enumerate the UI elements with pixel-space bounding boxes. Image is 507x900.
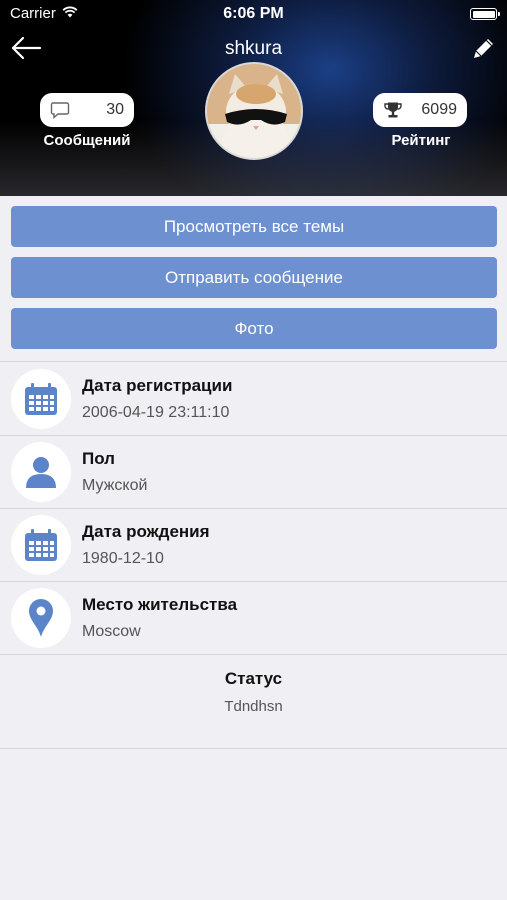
info-title: Пол — [82, 449, 115, 468]
status-bar: Carrier 6:06 PM — [0, 0, 507, 28]
profile-header: Carrier 6:06 PM shkura 30 Сообщений 6099… — [0, 0, 507, 196]
info-icon-circle — [11, 369, 71, 429]
photo-button[interactable]: Фото — [11, 308, 497, 349]
info-value: Moscow — [82, 623, 141, 640]
divider — [0, 654, 507, 655]
battery-icon — [470, 8, 500, 20]
send-message-button[interactable]: Отправить сообщение — [11, 257, 497, 298]
avatar — [205, 62, 303, 160]
trophy-icon — [384, 102, 402, 118]
view-all-topics-button[interactable]: Просмотреть все темы — [11, 206, 497, 247]
info-value: Мужской — [82, 477, 148, 494]
divider — [0, 748, 507, 749]
info-title: Дата регистрации — [82, 376, 233, 395]
messages-count: 30 — [106, 101, 124, 118]
messages-label: Сообщений — [43, 132, 131, 149]
person-icon — [26, 457, 56, 488]
info-value: 2006-04-19 23:11:10 — [82, 404, 230, 421]
info-value: 1980-12-10 — [82, 550, 164, 567]
calendar-icon — [25, 383, 57, 415]
status-title: Статус — [224, 669, 283, 688]
rating-stat[interactable]: 6099 — [373, 93, 467, 127]
info-row-birthday: Дата рождения 1980-12-10 — [0, 508, 507, 581]
calendar-icon — [25, 529, 57, 561]
rating-value: 6099 — [421, 101, 457, 118]
info-icon-circle — [11, 442, 71, 502]
info-row-registration: Дата регистрации 2006-04-19 23:11:10 — [0, 362, 507, 435]
profile-actions: Просмотреть все темы Отправить сообщение… — [0, 196, 507, 361]
info-icon-circle — [11, 588, 71, 648]
messages-stat[interactable]: 30 — [40, 93, 134, 127]
info-row-gender: Пол Мужской — [0, 435, 507, 508]
avatar-image — [207, 64, 301, 158]
info-title: Дата рождения — [82, 522, 210, 541]
location-pin-icon — [29, 599, 53, 637]
status-value: Tdndhsn — [224, 698, 283, 715]
clock: 6:06 PM — [223, 5, 284, 22]
rating-label: Рейтинг — [391, 132, 451, 149]
info-row-location: Место жительства Moscow — [0, 581, 507, 654]
pencil-icon[interactable] — [469, 35, 497, 63]
info-icon-circle — [11, 515, 71, 575]
info-title: Место жительства — [82, 595, 238, 614]
speech-bubble-icon — [50, 102, 70, 119]
profile-username: shkura — [224, 38, 283, 59]
